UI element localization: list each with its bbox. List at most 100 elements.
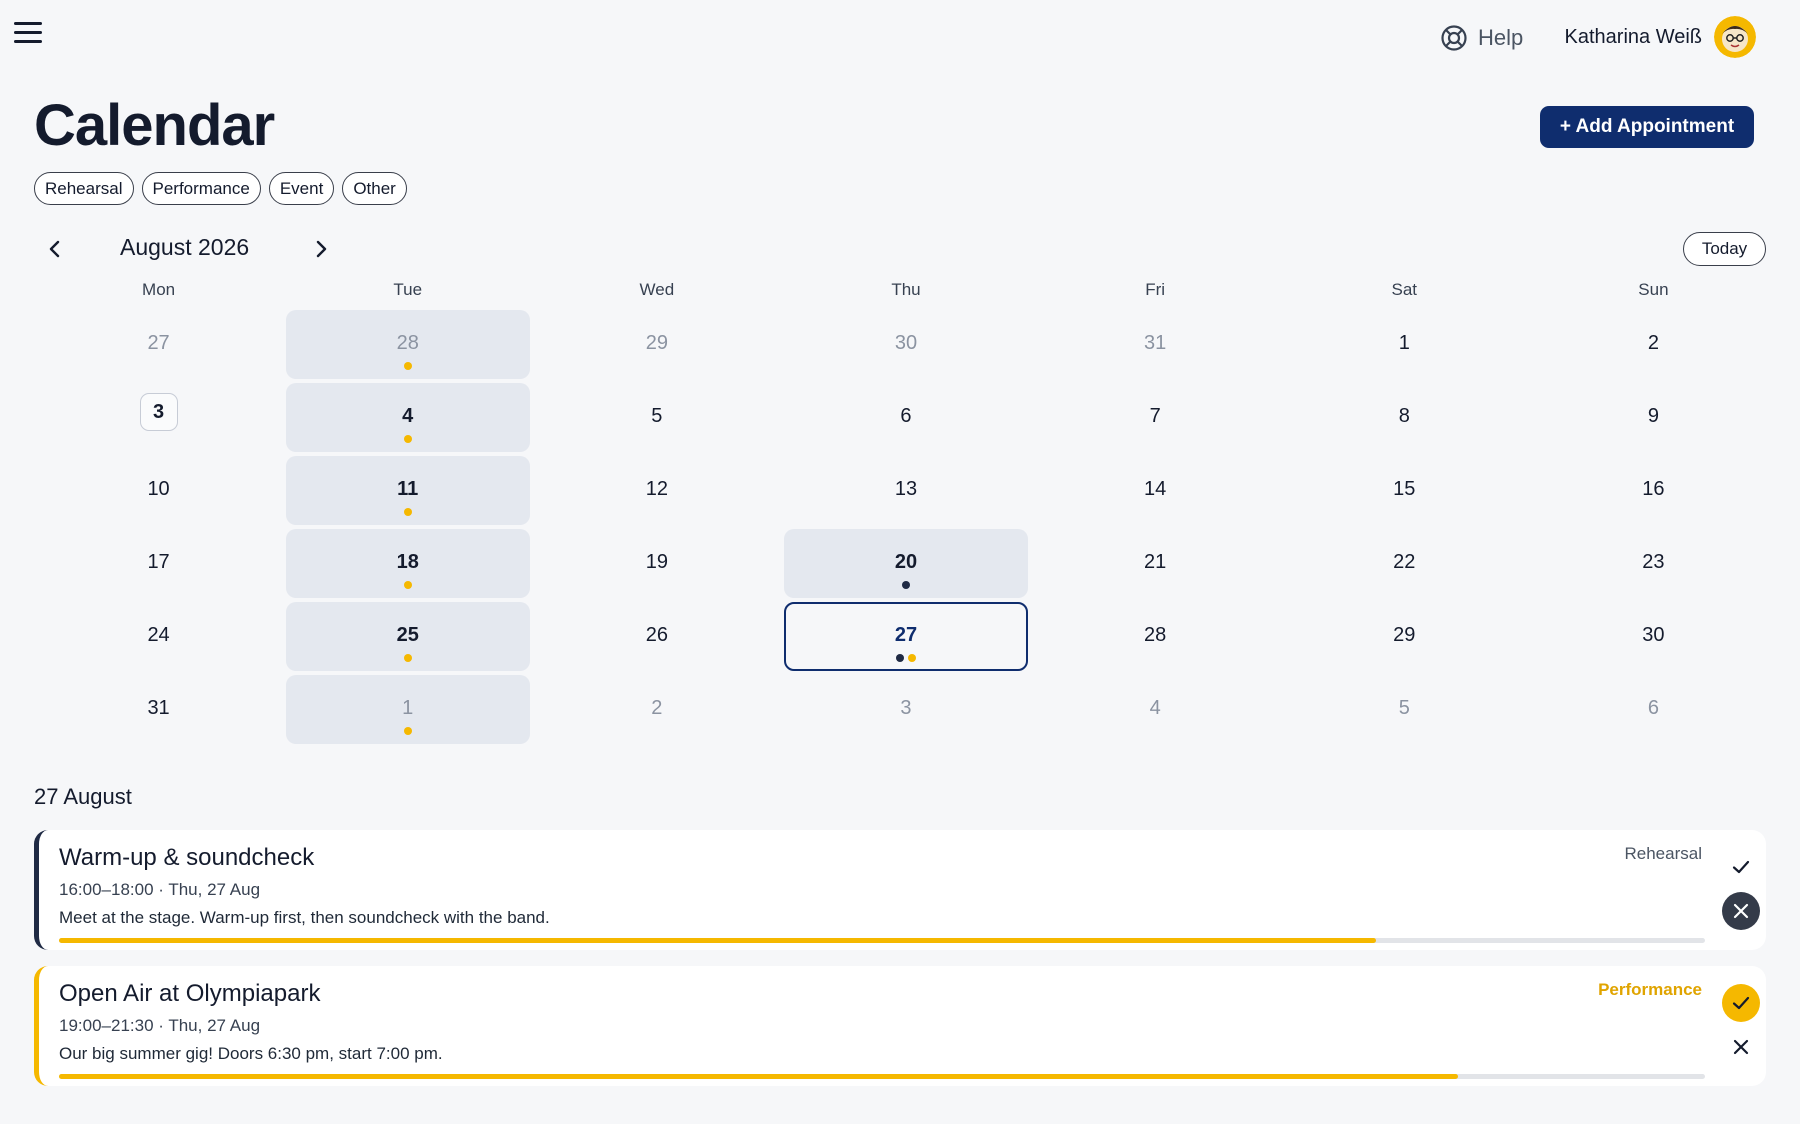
day-cell: 1	[285, 675, 530, 744]
day-cell: 1	[1282, 310, 1526, 379]
calendar-day[interactable]: 29	[532, 308, 781, 381]
today-button[interactable]: Today	[1683, 232, 1766, 266]
filter-event[interactable]: Event	[268, 172, 335, 205]
day-cell: 30	[1531, 602, 1775, 671]
month-label: August 2026	[120, 234, 250, 260]
calendar-day[interactable]: 28	[283, 308, 532, 381]
weekday-label: Sun	[1638, 280, 1669, 299]
attendance-progress	[59, 1074, 1705, 1079]
calendar-day[interactable]: 1	[283, 673, 532, 746]
day-number: 14	[1144, 478, 1167, 500]
weekday-label: Sat	[1391, 280, 1418, 299]
calendar-day[interactable]: 5	[1280, 673, 1529, 746]
day-cell: 11	[285, 456, 530, 525]
day-number: 31	[1144, 332, 1167, 354]
calendar-day[interactable]: 26	[532, 600, 781, 673]
weekday-header: Mon Tue Wed Thu Fri Sat Sun	[34, 280, 1778, 300]
day-number: 30	[1642, 624, 1665, 646]
chevron-right-icon	[316, 240, 327, 258]
event-dots	[286, 508, 530, 516]
category-filters: Rehearsal Performance Event Other	[34, 172, 407, 205]
calendar-day[interactable]: 5	[532, 381, 781, 454]
calendar-day[interactable]: 11	[283, 454, 532, 527]
calendar-day[interactable]: 27	[34, 308, 283, 381]
calendar-day[interactable]: 6	[781, 381, 1030, 454]
day-number: 20	[894, 551, 918, 573]
calendar-day[interactable]: 16	[1529, 454, 1778, 527]
day-number: 6	[1647, 697, 1659, 719]
day-number: 28	[1144, 624, 1167, 646]
calendar-day[interactable]: 21	[1031, 527, 1280, 600]
calendar-day[interactable]: 3	[781, 673, 1030, 746]
calendar-day[interactable]: 18	[283, 527, 532, 600]
day-number: 1	[402, 697, 414, 719]
weekday-label: Mon	[142, 280, 176, 299]
calendar-day[interactable]: 3	[34, 381, 283, 454]
next-month-button[interactable]	[308, 236, 334, 262]
user-menu[interactable]: Katharina Weiß	[1565, 16, 1756, 58]
appointment-title: Warm-up & soundcheck	[59, 844, 315, 871]
calendar-day[interactable]: 24	[34, 600, 283, 673]
menu-icon	[14, 22, 42, 25]
day-cell: 25	[285, 602, 530, 671]
appointment-card[interactable]: Open Air at Olympiapark 19:00–21:30 · Th…	[34, 966, 1766, 1086]
decline-button[interactable]	[1722, 892, 1760, 930]
calendar-day[interactable]: 27	[781, 600, 1030, 673]
day-cell: 9	[1531, 383, 1775, 452]
calendar-day[interactable]: 30	[781, 308, 1030, 381]
calendar-day[interactable]: 13	[781, 454, 1030, 527]
day-number: 1	[1398, 332, 1410, 354]
appointment-card[interactable]: Warm-up & soundcheck 16:00–18:00 · Thu, …	[34, 830, 1766, 950]
day-cell: 18	[285, 529, 530, 598]
calendar-day[interactable]: 8	[1280, 381, 1529, 454]
calendar-day[interactable]: 31	[34, 673, 283, 746]
day-number: 5	[651, 405, 663, 427]
day-number: 21	[1144, 551, 1167, 573]
calendar-day[interactable]: 31	[1031, 308, 1280, 381]
day-cell: 20	[783, 529, 1028, 598]
accept-button[interactable]	[1722, 848, 1760, 886]
filter-performance[interactable]: Performance	[141, 172, 261, 205]
add-appointment-button[interactable]: + Add Appointment	[1540, 106, 1754, 148]
event-dots	[286, 435, 530, 443]
appointment-description: Our big summer gig! Doors 6:30 pm, start…	[59, 1044, 443, 1063]
help-link[interactable]: Help	[1440, 24, 1523, 52]
calendar-day[interactable]: 1	[1280, 308, 1529, 381]
day-cell: 27	[37, 310, 281, 379]
calendar-day[interactable]: 25	[283, 600, 532, 673]
calendar-day[interactable]: 23	[1529, 527, 1778, 600]
day-cell: 23	[1531, 529, 1775, 598]
calendar-day[interactable]: 28	[1031, 600, 1280, 673]
calendar-day[interactable]: 29	[1280, 600, 1529, 673]
calendar-day[interactable]: 19	[532, 527, 781, 600]
calendar-day[interactable]: 7	[1031, 381, 1280, 454]
day-number: 6	[900, 405, 912, 427]
menu-button[interactable]	[14, 22, 42, 44]
calendar-day[interactable]: 15	[1280, 454, 1529, 527]
calendar-day[interactable]: 20	[781, 527, 1030, 600]
calendar-day[interactable]: 2	[1529, 308, 1778, 381]
event-dots	[786, 654, 1026, 662]
calendar-day[interactable]: 9	[1529, 381, 1778, 454]
day-number: 2	[1647, 332, 1659, 354]
calendar-day[interactable]: 22	[1280, 527, 1529, 600]
decline-button[interactable]	[1722, 1028, 1760, 1066]
calendar-day[interactable]: 12	[532, 454, 781, 527]
filter-other[interactable]: Other	[342, 172, 407, 205]
calendar-day[interactable]: 4	[283, 381, 532, 454]
calendar-day[interactable]: 4	[1031, 673, 1280, 746]
calendar-day[interactable]: 2	[532, 673, 781, 746]
calendar-day[interactable]: 17	[34, 527, 283, 600]
calendar-day[interactable]: 14	[1031, 454, 1280, 527]
lifebuoy-icon	[1441, 25, 1467, 51]
accept-button[interactable]	[1722, 984, 1760, 1022]
filter-rehearsal[interactable]: Rehearsal	[34, 172, 134, 205]
calendar-day[interactable]: 6	[1529, 673, 1778, 746]
selected-day-cell: 27	[783, 602, 1028, 671]
calendar-day[interactable]: 10	[34, 454, 283, 527]
previous-month-button[interactable]	[42, 236, 68, 262]
help-label: Help	[1478, 25, 1524, 50]
day-cell: 3	[784, 675, 1028, 744]
calendar-day[interactable]: 30	[1529, 600, 1778, 673]
weekday-label: Thu	[891, 280, 921, 299]
